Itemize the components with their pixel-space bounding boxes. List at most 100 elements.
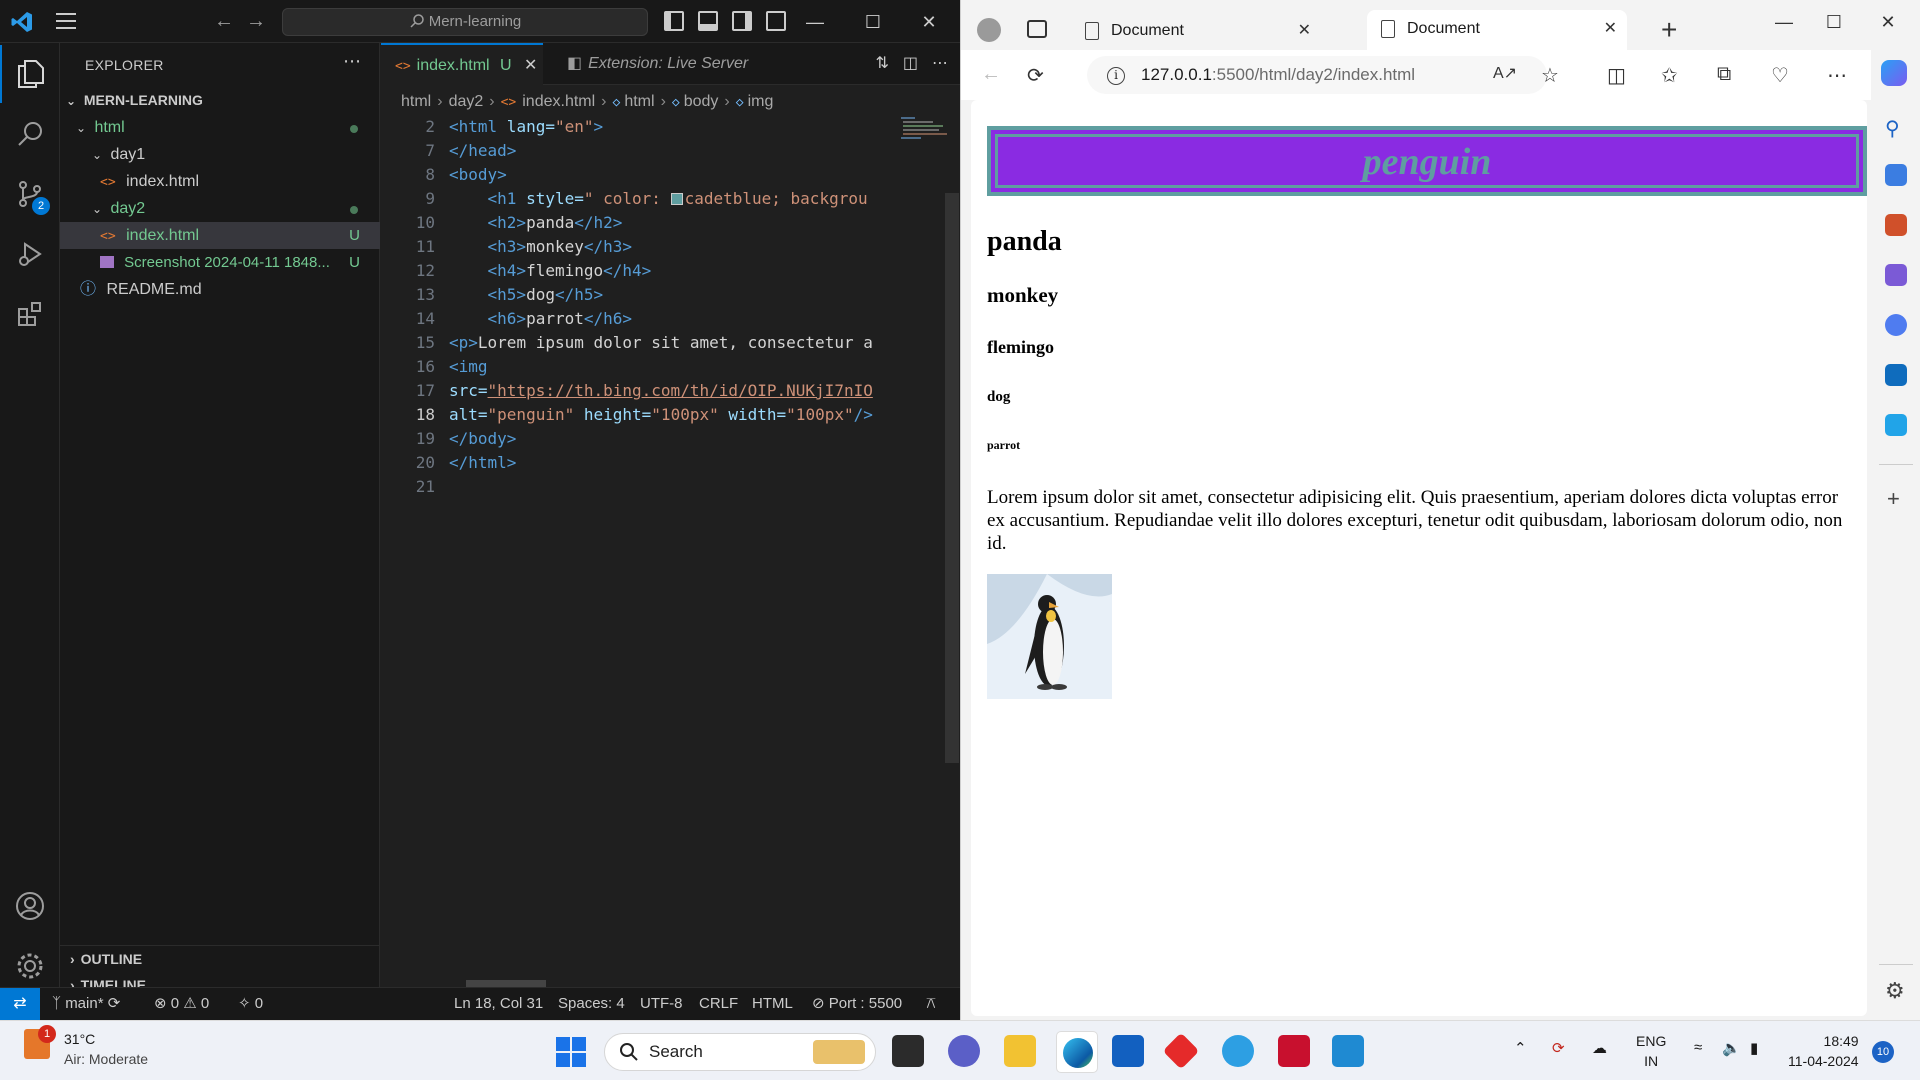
tree-file-screenshot[interactable]: Screenshot 2024-04-11 1848... U xyxy=(60,249,380,276)
outline-section[interactable]: › OUTLINE xyxy=(60,945,380,972)
mcafee-icon[interactable] xyxy=(1278,1035,1310,1067)
accounts-activity[interactable] xyxy=(0,877,60,935)
file-explorer-icon[interactable] xyxy=(1004,1035,1036,1067)
start-button[interactable] xyxy=(556,1037,586,1067)
close-icon[interactable]: ✕ xyxy=(1604,10,1617,48)
back-arrow-icon[interactable]: ← xyxy=(981,63,1001,86)
run-debug-activity[interactable] xyxy=(0,225,60,283)
weather-widget[interactable]: 1 xyxy=(24,1025,56,1059)
add-icon[interactable]: + xyxy=(1887,486,1900,512)
tree-folder-day2[interactable]: ⌄ day2 xyxy=(60,195,380,222)
clock[interactable]: 18:49 11-04-2024 xyxy=(1788,1031,1859,1071)
branch-indicator[interactable]: ᛉ main* ⟳ xyxy=(52,988,120,1020)
close-icon[interactable]: ✕ xyxy=(524,57,537,74)
encoding[interactable]: UTF-8 xyxy=(640,988,683,1020)
breadcrumb-item[interactable]: html xyxy=(401,93,431,110)
taskbar-search[interactable]: Search xyxy=(604,1033,876,1071)
source-control-activity[interactable]: 2 xyxy=(0,165,60,223)
tree-file-readme[interactable]: ⓘ README.md xyxy=(60,276,380,303)
tab-live-server[interactable]: ◧ Extension: Live Server xyxy=(553,43,762,85)
refresh-icon[interactable]: ⟳ xyxy=(1027,63,1044,88)
tree-file-day1-index[interactable]: <> index.html xyxy=(60,168,380,195)
task-view-icon[interactable] xyxy=(892,1035,924,1067)
live-server-port[interactable]: ⊘ Port : 5500 xyxy=(812,988,902,1020)
breadcrumb-item[interactable]: index.html xyxy=(522,93,595,110)
tools-icon[interactable] xyxy=(1885,214,1907,236)
open-changes-icon[interactable]: ⇅ xyxy=(875,53,888,73)
language-mode[interactable]: HTML xyxy=(752,988,793,1020)
new-tab-button[interactable]: + xyxy=(1661,14,1677,46)
tree-folder-day1[interactable]: ⌄ day1 xyxy=(60,141,380,168)
favorites-icon[interactable]: ✩ xyxy=(1661,63,1678,88)
collections-icon[interactable]: ⧉ xyxy=(1717,63,1731,86)
search-icon[interactable]: ⚲ xyxy=(1885,116,1900,141)
maximize-button[interactable]: ☐ xyxy=(1811,8,1857,36)
tab-index-html[interactable]: <> index.html U ✕ xyxy=(381,43,543,85)
gear-icon[interactable]: ⚙ xyxy=(1885,978,1905,1004)
vertical-scrollbar[interactable] xyxy=(945,193,959,763)
maximize-button[interactable]: ☐ xyxy=(850,8,896,36)
profile-avatar[interactable] xyxy=(977,18,1001,42)
read-aloud-icon[interactable]: A↗ xyxy=(1493,63,1517,83)
vscode-taskbar-icon[interactable] xyxy=(1332,1035,1364,1067)
back-arrow-icon[interactable]: ← xyxy=(214,10,234,33)
edge-taskbar-button[interactable] xyxy=(1056,1031,1098,1073)
store-icon[interactable] xyxy=(1112,1035,1144,1067)
favorite-star-icon[interactable]: ☆ xyxy=(1541,63,1559,88)
teams-icon[interactable] xyxy=(948,1035,980,1067)
extensions-activity[interactable] xyxy=(0,285,60,343)
minimize-button[interactable]: — xyxy=(1761,8,1807,36)
toggle-panel-icon[interactable] xyxy=(698,11,718,31)
app-icon[interactable] xyxy=(1162,1032,1200,1070)
shopping-icon[interactable] xyxy=(1885,164,1907,186)
browser-tab-1[interactable]: Document ✕ xyxy=(1071,12,1321,50)
drop-icon[interactable] xyxy=(1885,414,1907,436)
copilot-icon[interactable] xyxy=(1881,60,1907,86)
settings-more-icon[interactable]: ⋯ xyxy=(1827,63,1847,88)
tree-folder-html[interactable]: ⌄ html xyxy=(60,114,380,141)
sync-alert-icon[interactable]: ⟳ xyxy=(1552,1039,1565,1057)
remote-indicator-icon[interactable]: ⇄ xyxy=(0,988,40,1020)
minimize-button[interactable]: — xyxy=(792,8,838,36)
indentation[interactable]: Spaces: 4 xyxy=(558,988,625,1020)
ports-indicator[interactable]: ✧ 0 xyxy=(238,988,263,1020)
close-button[interactable]: ✕ xyxy=(1865,8,1911,36)
split-editor-icon[interactable]: ◫ xyxy=(903,53,918,73)
wifi-icon[interactable]: ≈ xyxy=(1694,1039,1702,1056)
browser-essentials-icon[interactable]: ♡ xyxy=(1771,63,1789,88)
bell-icon[interactable]: ⚻ xyxy=(926,988,936,1020)
games-icon[interactable] xyxy=(1885,264,1907,286)
line-ending[interactable]: CRLF xyxy=(699,988,738,1020)
command-center-search[interactable]: Mern-learning xyxy=(282,8,648,36)
language-indicator[interactable]: ENG IN xyxy=(1636,1031,1666,1071)
close-icon[interactable]: ✕ xyxy=(1298,12,1311,50)
breadcrumb-item[interactable]: day2 xyxy=(449,93,484,110)
more-actions-icon[interactable]: ⋯ xyxy=(343,51,361,72)
problems-indicator[interactable]: ⊗ 0 ⚠ 0 xyxy=(154,988,209,1020)
toggle-primary-sidebar-icon[interactable] xyxy=(664,11,684,31)
search-activity[interactable] xyxy=(0,105,60,163)
customize-layout-icon[interactable] xyxy=(766,11,786,31)
breadcrumb-item[interactable]: body xyxy=(684,93,719,110)
explorer-activity[interactable] xyxy=(0,45,60,103)
tree-file-day2-index[interactable]: <> index.html U xyxy=(60,222,380,249)
battery-icon[interactable]: ▮ xyxy=(1750,1039,1758,1057)
color-swatch[interactable] xyxy=(670,193,683,205)
cursor-position[interactable]: Ln 18, Col 31 xyxy=(454,988,543,1020)
chevron-up-icon[interactable]: ⌃ xyxy=(1514,1039,1527,1057)
copilot-365-icon[interactable] xyxy=(1885,314,1907,336)
code-editor[interactable]: 2 <html lang="en"> 7 </head> 8 <body> 9 <h1… xyxy=(381,115,891,975)
toggle-secondary-sidebar-icon[interactable] xyxy=(732,11,752,31)
close-button[interactable]: ✕ xyxy=(906,8,952,36)
forward-arrow-icon[interactable]: → xyxy=(246,10,266,33)
more-actions-icon[interactable]: ⋯ xyxy=(932,53,948,73)
menu-icon[interactable] xyxy=(56,13,76,29)
breadcrumb-item[interactable]: html xyxy=(624,93,654,110)
minimap[interactable] xyxy=(899,115,959,175)
breadcrumb-item[interactable]: img xyxy=(748,93,774,110)
photos-icon[interactable] xyxy=(1222,1035,1254,1067)
address-bar[interactable]: i 127.0.0.1:5500/html/day2/index.html xyxy=(1087,56,1547,94)
notification-badge[interactable]: 10 xyxy=(1872,1041,1894,1063)
split-screen-icon[interactable]: ◫ xyxy=(1607,63,1626,88)
code-link[interactable]: "https://th.bing.com/th/id/OIP.NUKjI7nIO xyxy=(488,381,873,400)
